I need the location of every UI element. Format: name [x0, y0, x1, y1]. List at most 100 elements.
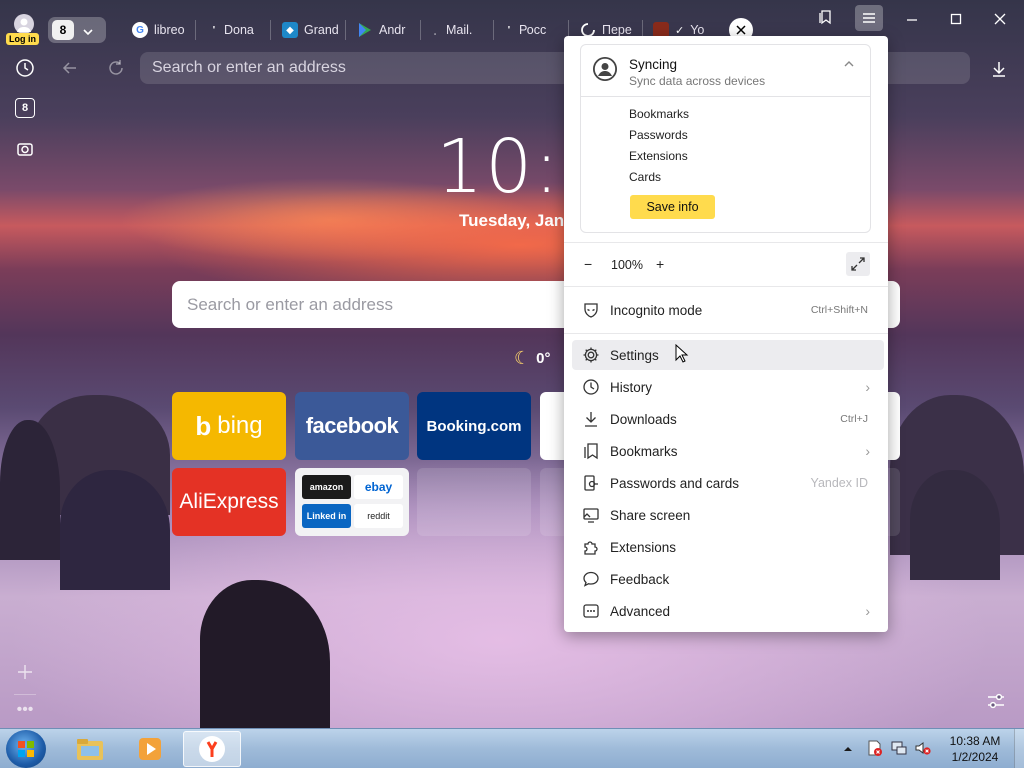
- tab-android[interactable]: Andr: [357, 18, 412, 42]
- sidebar-more-button[interactable]: •••: [13, 698, 37, 722]
- download-icon: [580, 408, 602, 430]
- menu-item-label: Extensions: [610, 539, 677, 555]
- menu-feedback[interactable]: Feedback: [572, 564, 884, 594]
- taskbar-media-player[interactable]: [121, 731, 179, 767]
- tile-empty[interactable]: [417, 468, 531, 536]
- taskbar-explorer[interactable]: [61, 731, 119, 767]
- search-placeholder: Search or enter an address: [187, 294, 394, 314]
- sync-card: Syncing Sync data across devices Bookmar…: [580, 44, 871, 233]
- show-hidden-icons-button[interactable]: [843, 741, 857, 755]
- menu-item-label: Share screen: [610, 507, 691, 523]
- sync-item-passwords: Passwords: [629, 128, 688, 142]
- check-icon: ✓: [675, 24, 685, 37]
- close-icon: [736, 25, 746, 35]
- tab-label: libreo: [154, 23, 185, 37]
- chevron-right-icon: ›: [865, 603, 870, 619]
- chevron-up-icon: [844, 61, 854, 67]
- tab-label: Grand: [304, 23, 338, 37]
- minimize-button[interactable]: [897, 8, 927, 30]
- show-desktop-button[interactable]: [1014, 729, 1024, 768]
- avatar-icon: [14, 14, 34, 34]
- media-player-icon: [139, 738, 161, 760]
- tray-volume-icon[interactable]: [914, 739, 932, 757]
- reload-button[interactable]: [106, 58, 130, 80]
- fullscreen-button[interactable]: [846, 252, 870, 276]
- incognito-icon: [580, 299, 602, 321]
- collapse-button[interactable]: [843, 57, 859, 73]
- menu-advanced[interactable]: Advanced ›: [572, 596, 884, 626]
- tab-libreo[interactable]: G libreo: [132, 18, 192, 42]
- close-icon: [994, 13, 1006, 25]
- more-icon: [580, 600, 602, 622]
- menu-passwords[interactable]: Passwords and cards Yandex ID: [572, 468, 884, 498]
- menu-item-label: History: [610, 379, 653, 395]
- windows-taskbar: 10:38 AM 1/2/2024: [0, 728, 1024, 768]
- menu-bookmarks[interactable]: Bookmarks ›: [572, 436, 884, 466]
- mail-icon: ˌ: [433, 24, 437, 36]
- tabs-sidebar-button[interactable]: 8: [13, 96, 37, 120]
- shortcut-label: Ctrl+Shift+N: [810, 304, 868, 316]
- menu-incognito[interactable]: Incognito mode Ctrl+Shift+N: [572, 295, 884, 325]
- tile-aliexpress[interactable]: AliExpress: [172, 468, 286, 536]
- google-icon: G: [132, 22, 148, 38]
- tile-folder[interactable]: amazon ebay Linked in reddit: [295, 468, 409, 536]
- tab-grand[interactable]: ◆ Grand: [282, 18, 338, 42]
- main-menu-button[interactable]: [855, 5, 883, 31]
- close-window-button[interactable]: [985, 8, 1015, 30]
- tile-bing[interactable]: b bing: [172, 392, 286, 460]
- zoom-out-button[interactable]: −: [584, 256, 600, 274]
- profile-button[interactable]: Log in: [6, 14, 42, 45]
- mini-tile-ebay: ebay: [354, 475, 403, 499]
- tab-mail[interactable]: ˌ Mail.: [430, 18, 485, 42]
- menu-item-label: Feedback: [610, 571, 670, 587]
- clock-icon: [16, 59, 34, 77]
- tile-partial[interactable]: [540, 392, 564, 460]
- download-icon: [993, 62, 1005, 77]
- menu-history[interactable]: History ›: [572, 372, 884, 402]
- tab-dona[interactable]: ' Dona: [210, 18, 262, 42]
- tab-label: Росс: [519, 23, 547, 37]
- mini-tile-reddit: reddit: [354, 504, 403, 528]
- sync-title: Syncing: [629, 57, 678, 72]
- customize-button[interactable]: [985, 690, 1009, 714]
- weather-widget[interactable]: ☾ 0°: [514, 348, 550, 369]
- tab-count-button[interactable]: 8: [48, 17, 106, 43]
- collections-button[interactable]: [810, 6, 840, 28]
- menu-item-label: Passwords and cards: [610, 475, 740, 491]
- tile-empty[interactable]: [540, 468, 564, 536]
- tray-action-center-icon[interactable]: [866, 739, 884, 757]
- screenshot-sidebar-button[interactable]: [13, 137, 37, 161]
- tab-rossia[interactable]: ' Росс: [505, 18, 560, 42]
- menu-share-screen[interactable]: Share screen: [572, 500, 884, 530]
- generic-icon: ': [212, 24, 216, 36]
- menu-extensions[interactable]: Extensions: [572, 532, 884, 562]
- tile-booking[interactable]: Booking.com: [417, 392, 531, 460]
- chevron-right-icon: ›: [865, 379, 870, 395]
- tile-label: Booking.com: [426, 417, 522, 435]
- menu-downloads[interactable]: Downloads Ctrl+J: [572, 404, 884, 434]
- maximize-button[interactable]: [941, 8, 971, 30]
- taskbar-yandex-browser[interactable]: [183, 731, 241, 767]
- tray-network-icon[interactable]: [890, 739, 908, 757]
- bookmark-icon: [580, 440, 602, 462]
- history-sidebar-button[interactable]: [13, 56, 37, 80]
- menu-item-label: Bookmarks: [610, 443, 678, 459]
- menu-settings[interactable]: Settings: [572, 340, 884, 370]
- tile-facebook[interactable]: facebook: [295, 392, 409, 460]
- puzzle-icon: [580, 536, 602, 558]
- tile-empty[interactable]: [888, 468, 900, 536]
- mouse-cursor: [675, 343, 689, 364]
- main-menu: Syncing Sync data across devices Bookmar…: [564, 36, 888, 632]
- tab-label: Dona: [224, 23, 254, 37]
- zoom-level: 100%: [611, 258, 643, 272]
- key-icon: [580, 472, 602, 494]
- start-button[interactable]: [6, 730, 46, 768]
- clock-icon: [580, 376, 602, 398]
- save-info-button[interactable]: Save info: [630, 195, 715, 219]
- zoom-in-button[interactable]: +: [656, 256, 672, 274]
- tile-partial-right[interactable]: [888, 392, 900, 460]
- download-button[interactable]: [990, 60, 1012, 82]
- add-sidebar-button[interactable]: [13, 660, 37, 684]
- taskbar-clock[interactable]: 10:38 AM 1/2/2024: [940, 733, 1010, 765]
- back-button[interactable]: [60, 58, 84, 80]
